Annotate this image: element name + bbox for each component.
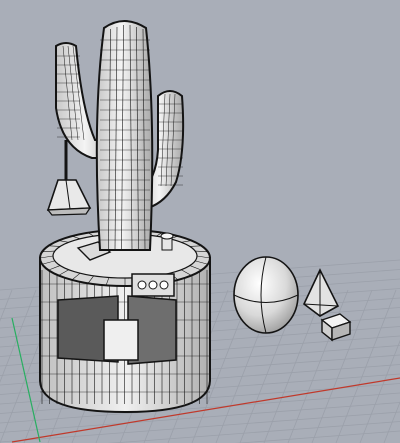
knob-3[interactable]: [159, 280, 169, 290]
cylinder-pot[interactable]: [39, 229, 211, 414]
perspective-viewport[interactable]: [0, 0, 400, 443]
knob-2[interactable]: [148, 280, 158, 290]
y-axis-line: [11, 317, 41, 443]
cactus-main-stem[interactable]: [95, 20, 154, 251]
cube[interactable]: [320, 313, 352, 342]
cone-pyramid[interactable]: [302, 268, 340, 317]
sphere[interactable]: [233, 256, 299, 334]
knob-1[interactable]: [137, 280, 147, 290]
pot-inner-block: [103, 319, 139, 361]
scene-canvas[interactable]: [0, 0, 400, 443]
